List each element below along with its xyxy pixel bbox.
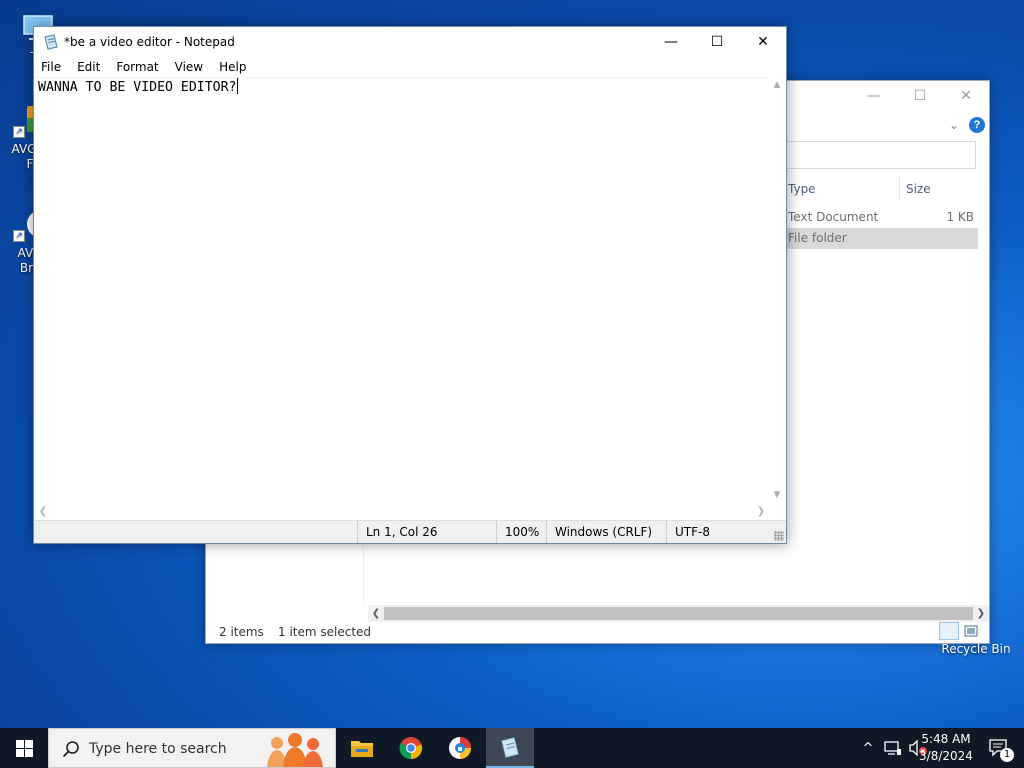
close-button[interactable]: ✕ xyxy=(943,81,989,111)
maximize-button[interactable]: ☐ xyxy=(694,27,740,56)
ribbon-controls: ⌄ ? xyxy=(949,113,985,137)
cursor-position: Ln 1, Col 26 xyxy=(357,521,496,543)
file-row-selected[interactable]: File folder xyxy=(786,228,978,249)
clock-date: 3/8/2024 xyxy=(919,749,973,763)
menu-help[interactable]: Help xyxy=(211,57,254,77)
notification-badge: 1 xyxy=(1000,748,1014,762)
notepad-icon xyxy=(501,737,519,758)
file-size xyxy=(906,228,978,249)
column-headers: Type Size xyxy=(786,177,970,201)
status-bar: Ln 1, Col 26 100% Windows (CRLF) UTF-8 xyxy=(34,520,786,543)
notepad-app-icon xyxy=(43,34,59,50)
scroll-down-arrow-icon[interactable]: ▼ xyxy=(769,487,785,503)
minimize-button[interactable]: — xyxy=(648,27,694,56)
encoding: UTF-8 xyxy=(666,521,786,543)
taskbar-file-explorer[interactable] xyxy=(338,728,386,768)
document-text-line: WANNA TO BE VIDEO EDITOR? xyxy=(38,78,238,98)
avg-browser-icon xyxy=(449,737,471,759)
clock-time: 5:48 AM xyxy=(921,732,971,746)
network-icon[interactable] xyxy=(882,728,904,768)
file-type: Text Document xyxy=(788,210,879,224)
line-ending: Windows (CRLF) xyxy=(546,521,666,543)
desktop-icon-label: Recycle Bin xyxy=(941,642,1011,656)
scroll-left-arrow-icon[interactable]: ❮ xyxy=(35,503,51,520)
search-placeholder: Type here to search xyxy=(89,741,227,757)
menu-bar: File Edit Format View Help xyxy=(34,57,786,77)
resize-grip-icon[interactable] xyxy=(774,531,784,541)
folder-icon xyxy=(351,741,373,757)
status-bar: 2 items 1 item selected xyxy=(206,621,989,643)
file-type: File folder xyxy=(788,231,847,245)
close-button[interactable]: ✕ xyxy=(740,27,786,56)
shortcut-arrow-icon: ↗ xyxy=(13,230,25,242)
file-row[interactable]: Text Document 1 KB xyxy=(786,207,978,228)
horizontal-scrollbar[interactable]: ❮ ❯ xyxy=(35,503,769,520)
horizontal-scrollbar[interactable]: ❮ ❯ xyxy=(368,605,989,622)
start-button[interactable] xyxy=(0,728,48,768)
clock[interactable]: 5:48 AM 3/8/2024 xyxy=(916,728,976,765)
nav-pane-divider xyxy=(363,541,364,603)
minimize-button[interactable]: — xyxy=(851,81,897,111)
search-highlight-people-icon xyxy=(267,733,323,767)
taskbar-chrome[interactable] xyxy=(387,728,435,768)
maximize-button[interactable]: ☐ xyxy=(897,81,943,111)
show-hidden-icons-chevron-icon[interactable]: ^ xyxy=(858,728,878,768)
window-title: *be a video editor - Notepad xyxy=(64,35,235,49)
taskbar-avg-secure-browser[interactable] xyxy=(436,728,484,768)
help-icon[interactable]: ? xyxy=(969,117,985,133)
document-text: WANNA TO BE VIDEO EDITOR? xyxy=(38,80,237,95)
scroll-right-arrow-icon[interactable]: ❯ xyxy=(753,503,769,520)
menu-view[interactable]: View xyxy=(167,57,211,77)
title-bar[interactable]: *be a video editor - Notepad — ☐ ✕ xyxy=(34,27,786,58)
item-count: 2 items xyxy=(219,625,264,639)
taskbar-search-box[interactable]: Type here to search xyxy=(48,728,336,768)
text-editor-area[interactable]: WANNA TO BE VIDEO EDITOR? xyxy=(35,77,769,503)
search-icon xyxy=(62,741,79,758)
zoom-level: 100% xyxy=(496,521,546,543)
scroll-up-arrow-icon[interactable]: ▲ xyxy=(769,77,785,93)
notepad-window[interactable]: *be a video editor - Notepad — ☐ ✕ File … xyxy=(33,26,787,544)
vertical-scrollbar[interactable]: ▲ ▼ xyxy=(769,77,785,503)
menu-edit[interactable]: Edit xyxy=(69,57,108,77)
chrome-icon xyxy=(399,737,423,760)
expand-ribbon-chevron-icon[interactable]: ⌄ xyxy=(949,118,959,132)
file-size: 1 KB xyxy=(946,210,974,224)
text-caret xyxy=(236,78,238,94)
caption-buttons: — ☐ ✕ xyxy=(648,27,786,56)
explorer-caption-buttons: — ☐ ✕ xyxy=(851,81,989,111)
system-tray: ^ 5:48 AM 3/8/2024 1 xyxy=(824,728,1024,768)
action-center-button[interactable]: 1 xyxy=(984,728,1014,768)
selection-count: 1 item selected xyxy=(278,625,372,639)
shortcut-arrow-icon: ↗ xyxy=(13,126,25,138)
scroll-left-arrow-icon[interactable]: ❮ xyxy=(368,605,384,622)
windows-logo-icon xyxy=(15,739,33,757)
taskbar-notepad[interactable] xyxy=(486,728,534,768)
column-header-size[interactable]: Size xyxy=(900,177,970,201)
taskbar: Type here to search ^ 5:48 AM 3/8/2024 1 xyxy=(0,728,1024,768)
desktop-icon-recycle-bin[interactable]: Recycle Bin xyxy=(941,606,1011,656)
menu-file[interactable]: File xyxy=(34,57,69,77)
column-header-type[interactable]: Type xyxy=(786,177,900,201)
menu-format[interactable]: Format xyxy=(108,57,166,77)
scroll-thumb[interactable] xyxy=(384,607,973,620)
